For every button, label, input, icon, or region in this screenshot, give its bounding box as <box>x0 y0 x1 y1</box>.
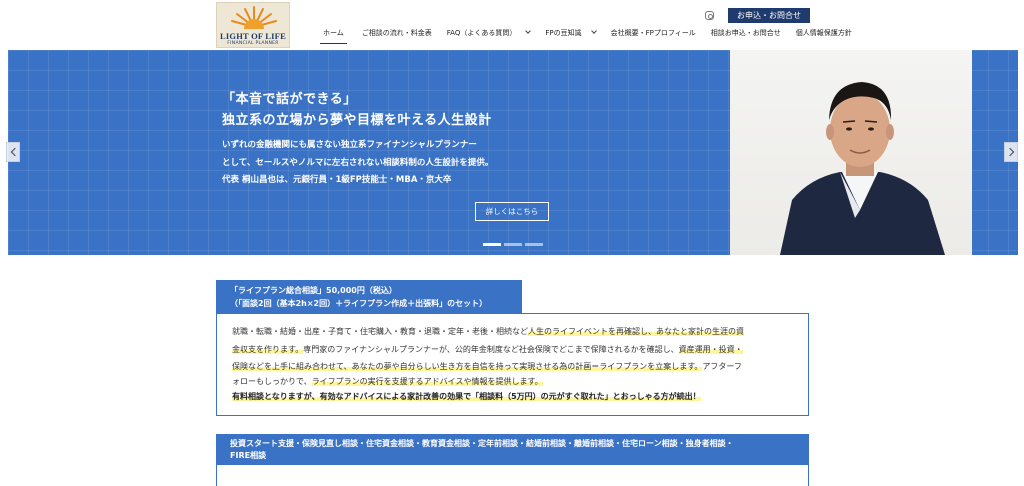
hero-tagline: 「本音で話ができる」 <box>222 92 357 107</box>
slider-next-button[interactable] <box>1004 142 1018 162</box>
nav-item-fp-tips[interactable]: FPの豆知識 <box>545 26 597 44</box>
nav-item-flow-pricing[interactable]: ご相談の流れ・料金表 <box>362 26 432 44</box>
slider-dot[interactable] <box>525 243 543 246</box>
plan-text-highlight: 人生のライフイベントを再確認し、あなたと家計の生涯の資 <box>528 327 744 336</box>
hero-desc-line: いずれの金融機関にも属さない独立系ファイナンシャルプランナー <box>222 140 477 150</box>
plan-header-line: FIRE相談 <box>230 451 267 460</box>
slider-dot[interactable] <box>504 243 522 246</box>
nav-label: ご相談の流れ・料金表 <box>361 29 432 37</box>
nav-label: 個人情報保護方針 <box>795 29 852 37</box>
slider-dots <box>483 243 546 246</box>
header-utility: お申込・お問合せ <box>705 8 810 23</box>
person-illustration <box>780 82 945 255</box>
plan-text: アフターフ <box>702 362 742 371</box>
site-logo[interactable]: LIGHT OF LIFE FINANCIAL PLANNER <box>216 2 290 48</box>
logo-subtext: FINANCIAL PLANNER <box>227 41 279 46</box>
plan-text: 専門家のファイナンシャルプランナーが、公的年金制度など社会保険でどこまで保障され… <box>303 345 679 354</box>
hero-slider: 「本音で話ができる」 独立系の立場から夢や目標を叶える人生設計 いずれの金融機関… <box>8 50 1018 255</box>
nav-item-contact[interactable]: 相談お申込・お問合せ <box>711 26 781 44</box>
nav-label: ホーム <box>323 29 344 37</box>
plan-text-highlight: 資産運用・投資・ <box>678 345 743 354</box>
plan-text-highlight: ライフプランの実行を支援するアドバイスや情報を提供します。 <box>311 377 543 386</box>
hero-headline: 独立系の立場から夢や目標を叶える人生設計 <box>222 113 492 128</box>
plan-text-highlight: 有料相談となりますが、有効なアドバイスによる家計改善の効果で「相談料（5万円）の… <box>232 392 701 401</box>
plan-text: ォローもしっかりで、 <box>232 377 312 386</box>
plan-text-line: 就職・転職・結婚・出産・子育て・住宅購入・教育・退職・定年・老後・相続など人生の… <box>232 326 744 337</box>
main-nav: ホーム ご相談の流れ・料金表 FAQ（よくある質問） FPの豆知識 会社概要・F… <box>320 26 867 44</box>
contact-button[interactable]: お申込・お問合せ <box>728 8 810 23</box>
plan-text-highlight: 保険などを上手に組み合わせて、あなたの夢や自分らしい生き方を自信を持って実現させ… <box>232 362 703 371</box>
plan-text-highlight: 金収支を作ります。 <box>232 345 304 354</box>
plan-header-line: 投資スタート支援・保険見直し相談・住宅資金相談・教育資金相談・定年前相談・結婚前… <box>230 439 734 448</box>
nav-label: 会社概要・FPプロフィール <box>610 29 696 37</box>
plan-header-line: （「面談2回（基本2h×2回）＋ライフプラン作成＋出張料」のセット） <box>230 299 488 308</box>
plan-text-line: 保険などを上手に組み合わせて、あなたの夢や自分らしい生き方を自信を持って実現させ… <box>232 361 742 372</box>
plan-text: 就職・転職・結婚・出産・子育て・住宅購入・教育・退職・定年・老後・相続など <box>232 327 528 336</box>
nav-label: 相談お申込・お問合せ <box>710 29 781 37</box>
nav-label: FAQ（よくある質問） <box>446 29 517 37</box>
nav-item-company[interactable]: 会社概要・FPプロフィール <box>611 26 696 44</box>
chevron-right-icon <box>1005 147 1014 157</box>
plan-header: 投資スタート支援・保険見直し相談・住宅資金相談・教育資金相談・定年前相談・結婚前… <box>216 434 809 464</box>
logo-text: LIGHT OF LIFE <box>220 31 286 41</box>
plan-text-line: 金収支を作ります。専門家のファイナンシャルプランナーが、公的年金制度など社会保険… <box>232 344 743 355</box>
plan-description-box <box>216 464 809 486</box>
nav-item-home[interactable]: ホーム <box>320 26 347 44</box>
learn-more-button[interactable]: 詳しくはこちら <box>475 202 549 221</box>
nav-item-faq[interactable]: FAQ（よくある質問） <box>446 26 532 44</box>
plan-text-line: ォローもしっかりで、ライフプランの実行を支援するアドバイスや情報を提供します。 <box>232 376 543 387</box>
profile-photo <box>730 50 972 255</box>
chevron-left-icon <box>10 147 19 157</box>
site-header: LIGHT OF LIFE FINANCIAL PLANNER お申込・お問合せ… <box>0 0 1024 50</box>
chevron-down-icon <box>590 28 597 34</box>
plan-header-line: 「ライフプラン総合相談」50,000円（税込） <box>230 286 397 295</box>
nav-item-privacy[interactable]: 個人情報保護方針 <box>796 26 852 44</box>
slider-dot[interactable] <box>483 243 501 246</box>
slider-prev-button[interactable] <box>6 142 20 162</box>
plan-text-line: 有料相談となりますが、有効なアドバイスによる家計改善の効果で「相談料（5万円）の… <box>232 391 701 402</box>
instagram-icon[interactable] <box>705 11 714 20</box>
hero-desc-line: 代表 桐山昌也は、元銀行員・1級FP技能士・MBA・京大卒 <box>222 175 452 185</box>
chevron-down-icon <box>525 28 532 34</box>
hero-desc-line: として、セールスやノルマに左右されない相談料制の人生設計を提供。 <box>222 158 494 168</box>
nav-label: FPの豆知識 <box>545 29 582 37</box>
plan-header: 「ライフプラン総合相談」50,000円（税込） （「面談2回（基本2h×2回）＋… <box>216 280 522 313</box>
